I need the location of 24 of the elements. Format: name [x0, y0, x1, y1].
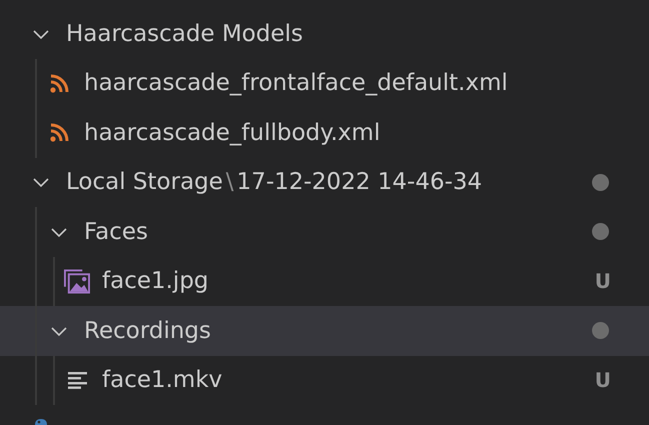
git-status-letter: U: [594, 368, 611, 392]
tree-item[interactable]: haarcascade_fullbody.xml: [0, 108, 649, 158]
item-label: Recordings: [84, 318, 212, 344]
lines-icon: [68, 371, 86, 390]
item-label: haarcascade_fullbody.xml: [84, 120, 380, 146]
rss-icon: [50, 123, 68, 142]
item-description: 17-12-2022 14-46-34: [236, 169, 482, 196]
item-label: Haarcascade Models: [66, 20, 303, 47]
image-icon: [64, 268, 90, 294]
item-label: face1.mkv: [102, 367, 222, 394]
tree-item[interactable]: Local Storage\17-12-2022 14-46-34: [0, 158, 649, 207]
tree-item[interactable]: haarcascade_frontalface_default.xml: [0, 58, 649, 108]
git-status-letter: U: [594, 269, 611, 294]
item-label: Faces: [84, 218, 148, 245]
rss-icon: [50, 74, 68, 93]
item-label: haarcascade_frontalface_default.xml: [84, 70, 508, 96]
path-separator: \: [226, 169, 234, 196]
item-label: face1.jpg: [102, 268, 209, 294]
item-label: Local Storage: [66, 169, 223, 196]
tree-item[interactable]: Faces: [0, 207, 649, 256]
tree-item[interactable]: Haarcascade Models: [0, 9, 649, 58]
tree-item[interactable]: Recordings: [0, 306, 649, 356]
tree-item[interactable]: face1.mkv U: [0, 356, 649, 405]
tree-item[interactable]: face1.jpg U: [0, 256, 649, 306]
